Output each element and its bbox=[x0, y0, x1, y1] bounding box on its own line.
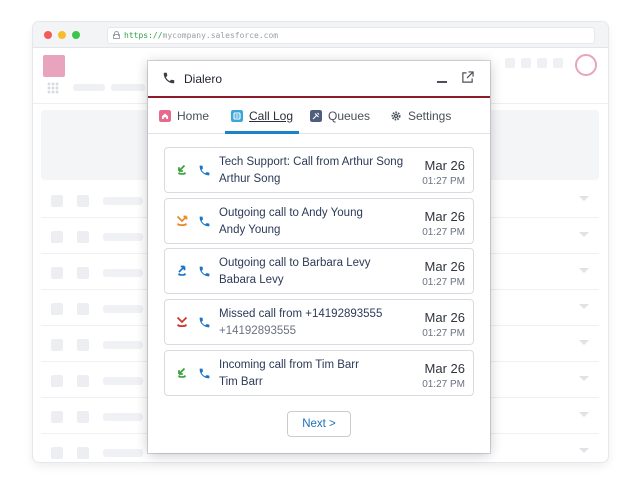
call-log-item[interactable]: Tech Support: Call from Arthur Song Arth… bbox=[164, 147, 474, 193]
browser-toolbar: https://mycompany.salesforce.com bbox=[33, 22, 608, 48]
tab-label: Queues bbox=[328, 109, 371, 123]
missed-call-icon bbox=[176, 316, 188, 327]
phone-icon bbox=[199, 266, 210, 277]
tab-label: Settings bbox=[408, 109, 452, 123]
phone-icon bbox=[199, 216, 210, 227]
call-date: Mar 26 bbox=[424, 310, 465, 325]
call-title: Incoming call from Tim Barr bbox=[219, 359, 359, 371]
header-placeholder-icon bbox=[537, 58, 547, 68]
gear-icon bbox=[391, 111, 401, 121]
minimize-icon[interactable] bbox=[437, 81, 447, 83]
call-date: Mar 26 bbox=[424, 259, 465, 274]
nav-placeholder bbox=[73, 84, 105, 91]
incoming-call-icon bbox=[178, 164, 186, 175]
dialer-title: Dialero bbox=[184, 72, 223, 86]
dialer-popup: Dialero Home Call Log Queues Settings Te… bbox=[148, 61, 490, 453]
url-host: mycompany.salesforce.com bbox=[162, 31, 279, 40]
call-contact: Babara Levy bbox=[219, 274, 284, 286]
call-date: Mar 26 bbox=[424, 209, 465, 224]
close-window-button[interactable] bbox=[44, 31, 52, 39]
outgoing-call-answered-icon bbox=[178, 265, 186, 276]
call-time: 01:27 PM bbox=[422, 328, 465, 339]
dialer-tabs: Home Call Log Queues Settings bbox=[148, 100, 490, 134]
call-title: Missed call from +14192893555 bbox=[219, 308, 383, 320]
header-placeholder-icon bbox=[553, 58, 563, 68]
call-contact: Andy Young bbox=[219, 224, 281, 236]
call-log-icon bbox=[231, 110, 243, 122]
queues-icon bbox=[310, 110, 322, 122]
call-contact: +14192893555 bbox=[219, 325, 297, 337]
next-page-button[interactable]: Next > bbox=[287, 411, 351, 437]
lock-icon bbox=[113, 31, 120, 39]
home-icon bbox=[159, 110, 171, 122]
call-time: 01:27 PM bbox=[422, 227, 465, 238]
nav-placeholder bbox=[111, 84, 145, 91]
url-scheme: https:// bbox=[124, 31, 163, 40]
tab-label: Call Log bbox=[249, 109, 294, 123]
outgoing-call-icon bbox=[176, 215, 188, 226]
app-launcher-icon[interactable] bbox=[47, 82, 59, 94]
phone-icon bbox=[199, 368, 210, 379]
phone-icon bbox=[163, 72, 175, 84]
call-time: 01:27 PM bbox=[422, 379, 465, 390]
active-tab-indicator bbox=[225, 131, 299, 134]
call-contact: Arthur Song bbox=[219, 173, 281, 185]
phone-icon bbox=[199, 317, 210, 328]
address-bar[interactable]: https://mycompany.salesforce.com bbox=[107, 27, 595, 44]
dialer-header: Dialero bbox=[148, 61, 490, 98]
tab-label: Home bbox=[177, 109, 210, 123]
phone-icon bbox=[199, 165, 210, 176]
call-date: Mar 26 bbox=[424, 361, 465, 376]
avatar[interactable] bbox=[575, 54, 597, 76]
call-contact: Tim Barr bbox=[219, 376, 263, 388]
call-title: Outgoing call to Andy Young bbox=[219, 207, 363, 219]
call-title: Tech Support: Call from Arthur Song bbox=[219, 156, 404, 168]
header-placeholder-icon bbox=[505, 58, 515, 68]
call-log-item[interactable]: Outgoing call to Andy Young Andy Young M… bbox=[164, 198, 474, 244]
app-logo bbox=[43, 55, 65, 77]
popout-icon[interactable] bbox=[461, 71, 474, 84]
call-time: 01:27 PM bbox=[422, 176, 465, 187]
maximize-window-button[interactable] bbox=[72, 31, 80, 39]
incoming-call-icon bbox=[178, 367, 186, 378]
call-log-item[interactable]: Missed call from +14192893555 +141928935… bbox=[164, 299, 474, 345]
call-date: Mar 26 bbox=[424, 158, 465, 173]
call-log-item[interactable]: Incoming call from Tim Barr Tim Barr Mar… bbox=[164, 350, 474, 396]
header-placeholder-icon bbox=[521, 58, 531, 68]
minimize-window-button[interactable] bbox=[58, 31, 66, 39]
call-log-item[interactable]: Outgoing call to Barbara Levy Babara Lev… bbox=[164, 248, 474, 294]
call-title: Outgoing call to Barbara Levy bbox=[219, 257, 371, 269]
call-time: 01:27 PM bbox=[422, 277, 465, 288]
